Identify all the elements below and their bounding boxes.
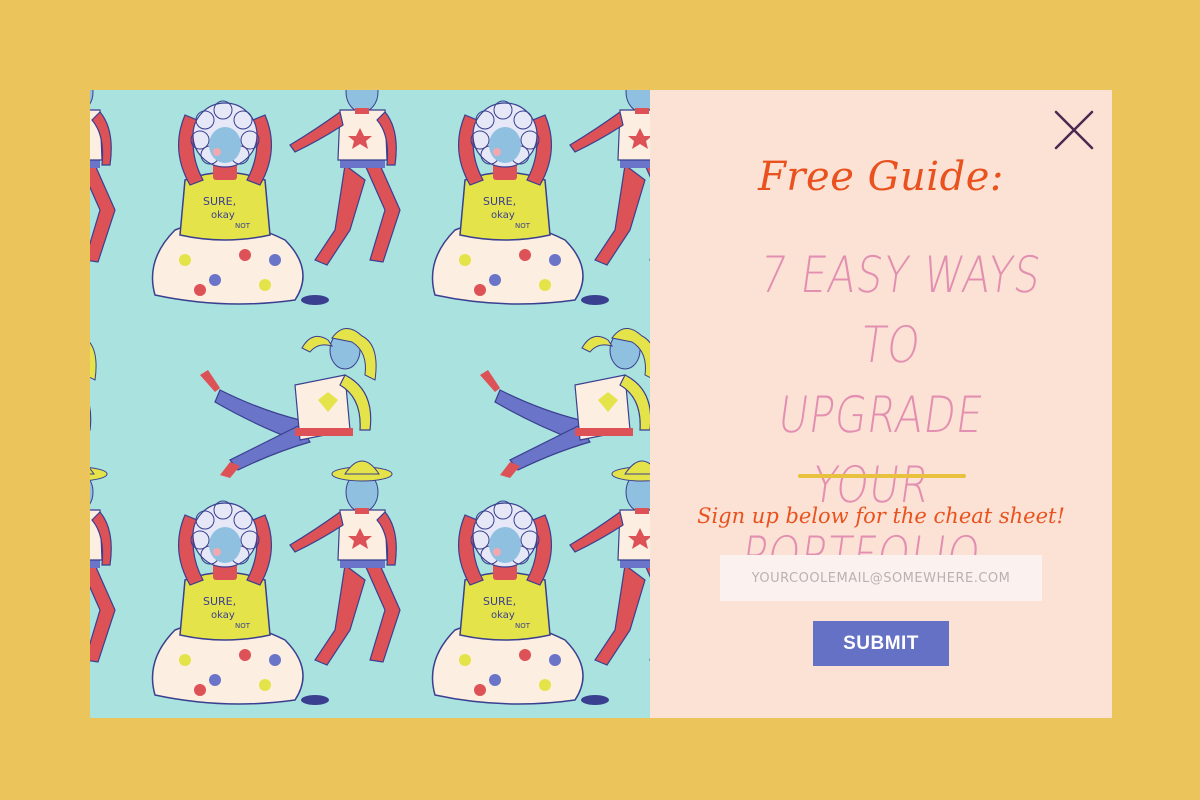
eyebrow-title: Free Guide: [758,154,1004,200]
divider [798,474,966,478]
hat-dancer-figure [289,460,401,666]
seated-figure: SURE, okayNOT [151,100,329,305]
svg-text:SURE,: SURE, [483,595,516,608]
svg-text:NOT: NOT [235,222,251,230]
seated-figure: SURE, okayNOT [431,500,609,705]
submit-button[interactable]: SUBMIT [813,621,949,666]
seated-figure: SURE, okayNOT [431,100,609,305]
svg-text:okay: okay [211,610,235,621]
svg-text:NOT: NOT [515,222,531,230]
hat-dancer-figure [90,90,116,263]
svg-text:okay: okay [211,210,235,221]
reclining-figure [480,328,650,478]
svg-text:SURE,: SURE, [483,195,516,208]
hat-dancer-figure [90,467,116,663]
close-icon[interactable] [1052,108,1096,152]
close-button[interactable] [1052,108,1096,152]
dancers-illustration: SURE,okayNOTSURE,okayNOTSURE,okayNOTSURE… [90,90,650,705]
signup-panel: Free Guide: 7 EASY WAYS TO UPGRADE YOUR … [650,90,1112,718]
svg-text:SURE,: SURE, [203,595,236,608]
seated-figure: SURE, okayNOT [151,500,329,705]
illustration-pattern: SURE, okay NOT SURE, okay NOT SURE, okay NOT SURE… [90,90,650,718]
svg-text:NOT: NOT [515,622,531,630]
email-input[interactable] [720,555,1042,601]
subtitle: Sign up below for the cheat sheet! [697,504,1065,528]
signup-modal: SURE, okay NOT SURE, okay NOT SURE, okay NOT SURE… [90,90,1112,718]
headline: 7 EASY WAYS TO UPGRADE YOUR PORTFOLIO [700,240,1062,590]
svg-text:NOT: NOT [235,622,251,630]
reclining-figure [200,328,377,478]
hat-dancer-figure [569,90,650,266]
headline-line: UPGRADE YOUR [774,386,988,514]
svg-text:okay: okay [491,610,515,621]
reclining-figure [90,341,97,431]
headline-line: 7 EASY WAYS TO [756,246,1045,374]
svg-text:SURE,: SURE, [203,195,236,208]
hat-dancer-figure [289,90,401,266]
svg-text:okay: okay [491,210,515,221]
hat-dancer-figure [569,460,650,666]
